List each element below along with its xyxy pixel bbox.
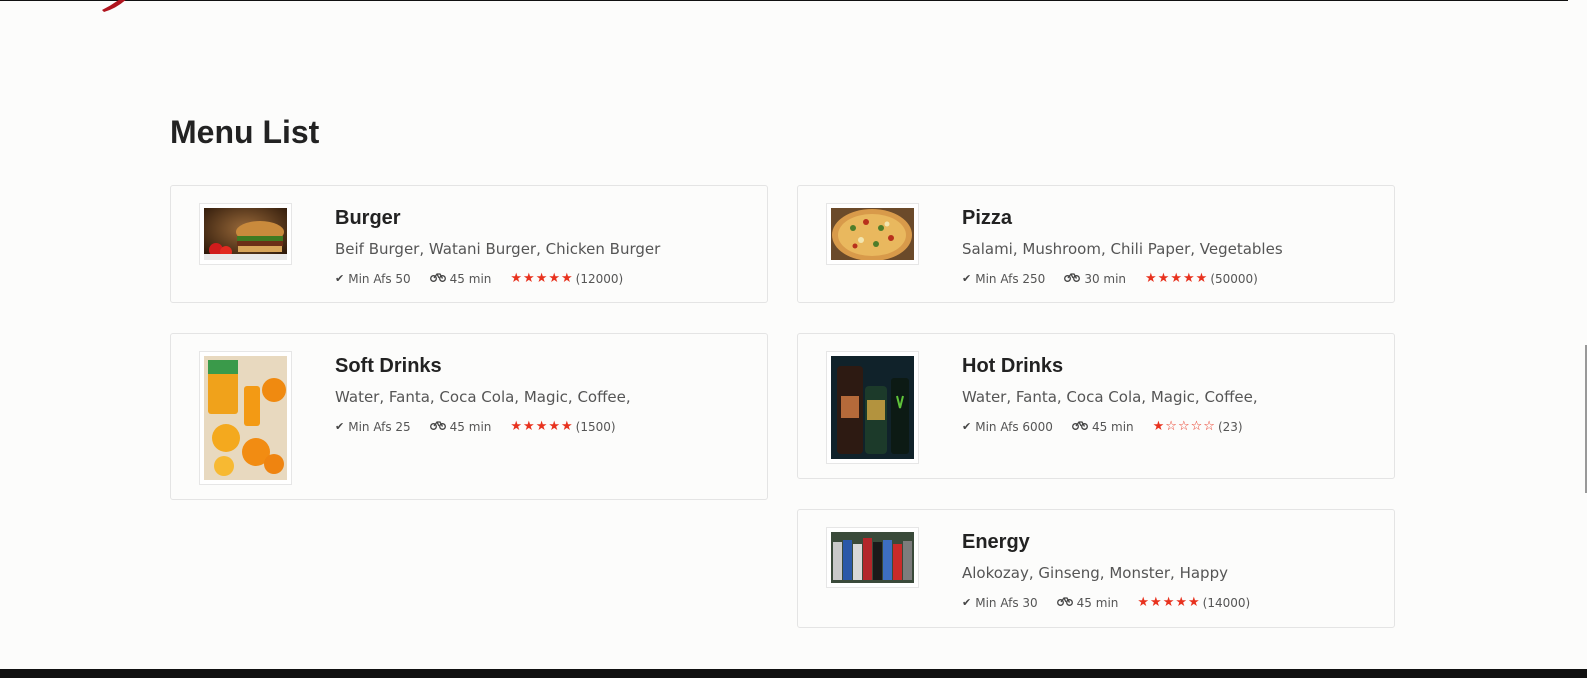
delivery-time: 45 min <box>1071 419 1134 434</box>
check-icon: ✔ <box>962 272 972 285</box>
review-count: (1500) <box>575 419 616 434</box>
item-meta: ✔ Min Afs 30 45 min ★★★★★ (14000) <box>962 595 1269 610</box>
motorcycle-icon <box>429 420 446 433</box>
item-meta: ✔ Min Afs 50 45 min ★★★★★ (12000) <box>335 271 642 286</box>
item-description: Alokozay, Ginseng, Monster, Happy <box>962 564 1228 582</box>
item-title[interactable]: Hot Drinks <box>962 355 1063 378</box>
burger-image[interactable] <box>199 203 292 265</box>
delivery-time: 45 min <box>1056 595 1119 610</box>
top-border <box>0 0 1587 1</box>
delivery-time: 45 min <box>429 419 492 434</box>
min-order: ✔ Min Afs 250 <box>962 272 1045 286</box>
item-title[interactable]: Energy <box>962 531 1030 554</box>
rating: ★☆☆☆☆ (23) <box>1153 419 1243 434</box>
motorcycle-icon <box>1064 272 1081 285</box>
energy-drinks-image[interactable] <box>826 527 919 588</box>
item-description: Water, Fanta, Coca Cola, Magic, Coffee, <box>962 388 1258 406</box>
page-scrollbar[interactable] <box>1568 0 1587 669</box>
menu-item-burger[interactable]: Burger Beif Burger, Watani Burger, Chick… <box>170 185 768 303</box>
menu-item-pizza[interactable]: Pizza Salami, Mushroom, Chili Paper, Veg… <box>797 185 1395 303</box>
item-description: Water, Fanta, Coca Cola, Magic, Coffee, <box>335 388 631 406</box>
menu-item-soft-drinks[interactable]: Soft Drinks Water, Fanta, Coca Cola, Mag… <box>170 333 768 500</box>
delivery-time-text: 45 min <box>1076 595 1119 610</box>
bottom-border <box>0 669 1587 678</box>
check-icon: ✔ <box>335 272 345 285</box>
motorcycle-icon <box>429 272 446 285</box>
min-order-text: Min Afs 30 <box>975 595 1038 610</box>
motorcycle-icon <box>1071 420 1088 433</box>
menu-item-energy[interactable]: Energy Alokozay, Ginseng, Monster, Happy… <box>797 509 1395 628</box>
motorcycle-icon <box>1056 596 1073 609</box>
min-order: ✔ Min Afs 30 <box>962 596 1038 610</box>
review-count: (12000) <box>575 271 624 286</box>
rating-stars: ★★★★★ <box>510 271 574 286</box>
item-meta: ✔ Min Afs 6000 45 min ★☆☆☆☆ (23) <box>962 419 1262 434</box>
rating: ★★★★★ (14000) <box>1137 595 1250 610</box>
rating-stars: ★★★★★ <box>1145 271 1209 286</box>
rating: ★★★★★ (1500) <box>510 419 615 434</box>
review-count: (14000) <box>1202 595 1251 610</box>
item-description: Salami, Mushroom, Chili Paper, Vegetable… <box>962 240 1283 258</box>
item-meta: ✔ Min Afs 250 30 min ★★★★★ (50000) <box>962 271 1277 286</box>
delivery-time: 30 min <box>1064 272 1126 286</box>
min-order-text: Min Afs 250 <box>975 271 1046 286</box>
pizza-image[interactable] <box>826 203 919 265</box>
rating: ★★★★★ (50000) <box>1145 271 1258 286</box>
min-order-text: Min Afs 6000 <box>975 419 1053 434</box>
rating-stars: ★★★★★ <box>510 419 574 434</box>
delivery-time-text: 45 min <box>1091 419 1134 434</box>
menu-item-hot-drinks[interactable]: Hot Drinks Water, Fanta, Coca Cola, Magi… <box>797 333 1395 479</box>
review-count: (23) <box>1217 419 1243 434</box>
soft-drinks-image[interactable] <box>199 351 292 485</box>
rating-stars: ★☆☆☆☆ <box>1152 419 1216 434</box>
item-title[interactable]: Soft Drinks <box>335 355 442 378</box>
min-order-text: Min Afs 50 <box>348 271 411 286</box>
check-icon: ✔ <box>962 596 972 609</box>
hot-drinks-image[interactable] <box>826 351 919 464</box>
min-order-text: Min Afs 25 <box>348 419 411 434</box>
item-title[interactable]: Burger <box>335 207 401 230</box>
delivery-time-text: 45 min <box>449 419 492 434</box>
rating: ★★★★★ (12000) <box>510 271 623 286</box>
delivery-time-text: 45 min <box>449 271 492 286</box>
min-order: ✔ Min Afs 25 <box>335 420 411 434</box>
min-order: ✔ Min Afs 50 <box>335 272 411 286</box>
item-description: Beif Burger, Watani Burger, Chicken Burg… <box>335 240 661 258</box>
check-icon: ✔ <box>962 420 972 433</box>
review-count: (50000) <box>1210 271 1258 286</box>
item-title[interactable]: Pizza <box>962 207 1012 230</box>
page-title: Menu List <box>170 114 320 150</box>
logo-fragment <box>102 0 126 12</box>
delivery-time: 45 min <box>429 271 492 286</box>
min-order: ✔ Min Afs 6000 <box>962 420 1053 434</box>
delivery-time-text: 30 min <box>1084 271 1127 286</box>
rating-stars: ★★★★★ <box>1137 595 1201 610</box>
item-meta: ✔ Min Afs 25 45 min ★★★★★ (1500) <box>335 419 635 434</box>
check-icon: ✔ <box>335 420 345 433</box>
